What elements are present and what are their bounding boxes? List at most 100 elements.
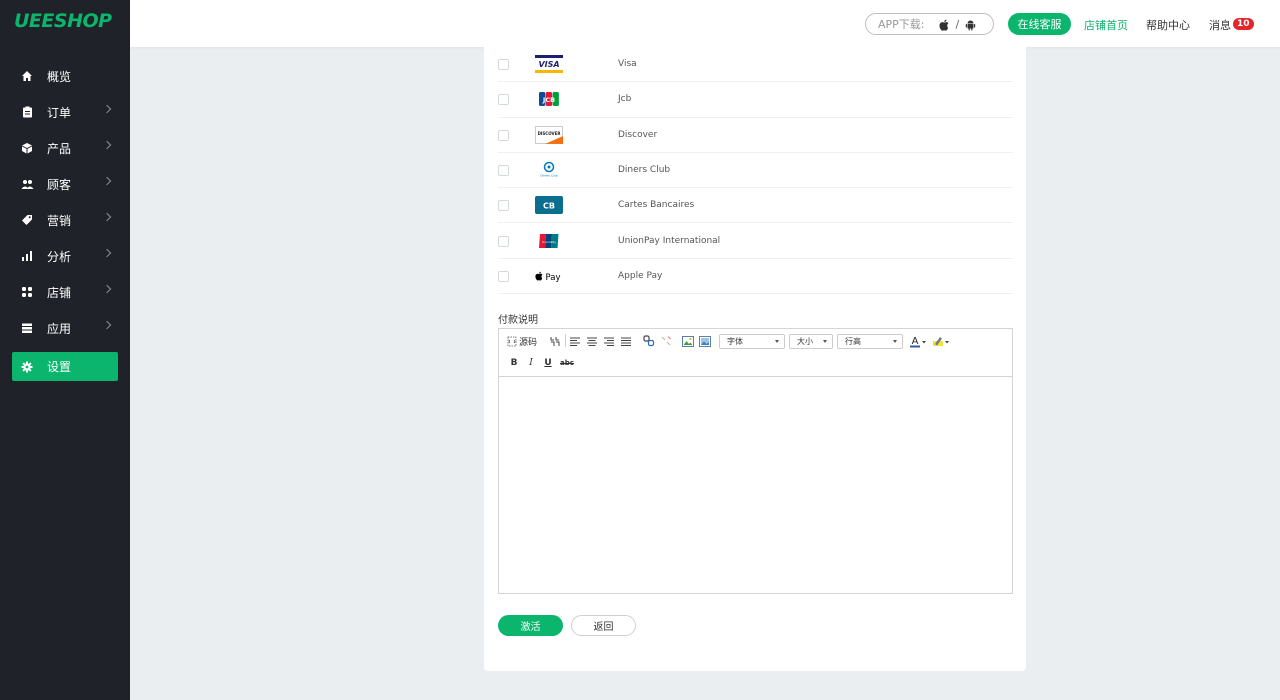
align-left-icon[interactable] [569,335,581,347]
users-icon [20,177,34,191]
editor-content-area[interactable] [499,377,1012,593]
line-height-select-value: 行高 [845,337,861,346]
payment-row-jcb: JCB Jcb [498,82,1013,118]
bold-button[interactable]: B [509,357,519,369]
font-size-select[interactable]: 大小 [789,334,833,349]
strikethrough-button[interactable]: abc [559,357,575,369]
font-family-select-value: 字体 [727,337,743,346]
app-download[interactable]: APP下载: / [865,13,994,35]
back-button[interactable]: 返回 [571,615,636,636]
sidebar-item-overview[interactable]: 概览 [0,58,130,94]
source-code-label: 源码 [519,337,538,348]
message-count-badge: 10 [1233,18,1254,30]
sidebar-item-marketing[interactable]: 营销 [0,202,130,238]
image-icon[interactable] [681,334,695,348]
apple-icon[interactable] [939,19,950,31]
highlight-color-icon[interactable] [932,334,952,348]
messages-link[interactable]: 消息 [1209,17,1231,33]
top-header: APP下载: / 在线客服 店铺首页 帮助中心 消息 10 [130,0,1280,47]
payment-checkbox[interactable] [498,94,509,106]
payment-name: Jcb [618,94,632,105]
line-height-select[interactable]: 行高 [837,334,903,349]
sidebar-item-label: 顾客 [47,177,72,192]
clear-format-icon[interactable] [549,334,561,348]
sidebar: UEESHOP 概览 订单 产品 顾客 营销 分析 店铺 应用 设置 [0,0,130,700]
cartes-bancaires-logo-icon: CB [535,196,563,215]
font-size-select-value: 大小 [797,337,813,346]
align-justify-icon[interactable] [620,335,632,347]
payment-checkbox[interactable] [498,165,509,177]
sidebar-item-label: 概览 [47,69,72,84]
sidebar-item-orders[interactable]: 订单 [0,94,130,130]
svg-text:CB: CB [543,202,555,211]
underline-button[interactable]: U [543,357,553,369]
payment-name: Diners Club [618,165,671,176]
payment-checkbox[interactable] [498,129,509,141]
payment-checkbox[interactable] [498,200,509,212]
sidebar-item-apps[interactable]: 应用 [0,310,130,346]
store-home-link[interactable]: 店铺首页 [1084,17,1128,33]
discover-logo-icon: DISCOVER [535,125,563,144]
app-logo[interactable]: UEESHOP [14,10,112,32]
svg-text:Diners Club: Diners Club [540,174,557,178]
unionpay-logo-icon: UnionPay [535,232,563,250]
svg-text:JCB: JCB [542,96,555,104]
payment-row-unionpay: UnionPay UnionPay International [498,223,1013,259]
source-code-button[interactable]: 源码 [507,334,537,348]
chevron-right-icon [102,176,112,186]
bar-chart-icon [20,249,34,263]
svg-text:Pay: Pay [546,273,561,283]
payment-name: Apple Pay [618,270,663,281]
sidebar-item-store[interactable]: 店铺 [0,274,130,310]
gallery-icon[interactable] [698,334,712,348]
sidebar-item-analytics[interactable]: 分析 [0,238,130,274]
chevron-right-icon [102,104,112,114]
svg-text:A: A [912,336,919,347]
payment-checkbox[interactable] [498,270,509,282]
visa-logo-icon: VISA [535,55,563,74]
app-download-label: APP下载: [878,18,925,31]
payment-checkbox[interactable] [498,235,509,247]
svg-text:UnionPay: UnionPay [542,240,556,244]
sidebar-item-settings[interactable]: 设置 [12,352,118,381]
font-family-select[interactable]: 字体 [719,334,785,349]
chevron-down-icon [893,340,897,343]
unlink-icon[interactable] [659,334,672,348]
payment-method-list: VISA Visa JCB Jcb DISCOVER Discover Dine… [498,47,1013,295]
payment-name: Cartes Bancaires [618,200,695,211]
help-center-link[interactable]: 帮助中心 [1146,17,1190,33]
align-right-icon[interactable] [603,335,615,347]
online-service-button[interactable]: 在线客服 [1008,13,1071,35]
sidebar-item-label: 营销 [47,213,72,228]
tag-icon [20,213,34,227]
chevron-right-icon [102,212,112,222]
sidebar-item-products[interactable]: 产品 [0,130,130,166]
chevron-down-icon [775,340,779,343]
payment-name: Discover [618,129,658,140]
chevron-right-icon [102,284,112,294]
rich-text-editor: 源码 字体 大小 行高 A B I U abc [498,328,1013,594]
payment-settings-card: VISA Visa JCB Jcb DISCOVER Discover Dine… [484,47,1026,671]
font-color-icon[interactable]: A [909,334,929,348]
italic-button[interactable]: I [526,357,536,369]
sidebar-item-label: 设置 [47,360,72,374]
sidebar-nav: 概览 订单 产品 顾客 营销 分析 店铺 应用 设置 [0,58,130,381]
align-center-icon[interactable] [586,335,598,347]
payment-checkbox[interactable] [498,59,509,71]
payment-instructions-label: 付款说明 [498,315,538,326]
clipboard-icon [20,105,34,119]
chevron-right-icon [102,140,112,150]
svg-text:DISCOVER: DISCOVER [538,131,561,136]
chevron-down-icon [823,340,827,343]
android-icon[interactable] [965,19,976,30]
activate-button[interactable]: 激活 [498,615,563,636]
toolbar-divider [565,334,566,347]
link-icon[interactable] [642,334,655,348]
sidebar-item-label: 产品 [47,141,72,156]
sidebar-item-label: 订单 [47,105,72,120]
box-icon [20,141,34,155]
payment-row-diners-club: Diners Club Diners Club [498,153,1013,189]
sidebar-item-customers[interactable]: 顾客 [0,166,130,202]
diners-club-logo-icon: Diners Club [535,161,563,179]
app-download-separator: / [955,17,960,31]
